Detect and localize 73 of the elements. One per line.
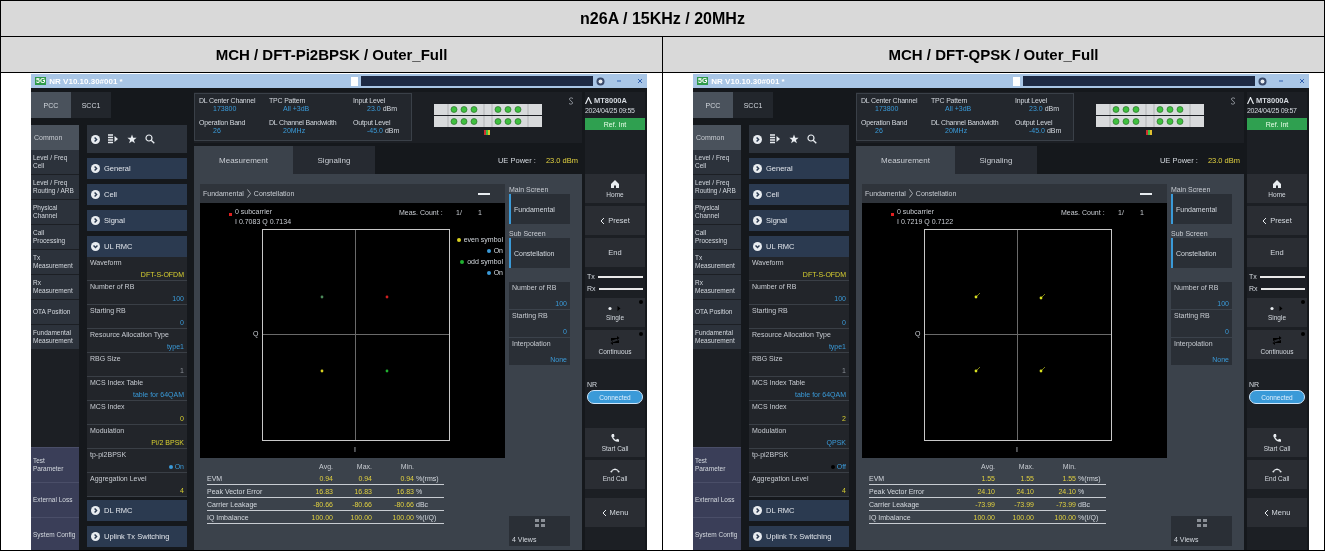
logo-icon — [585, 97, 592, 104]
chevron-right-icon — [753, 134, 762, 144]
chevron-right-icon — [753, 506, 762, 515]
chevron-right-icon — [908, 189, 913, 198]
chevron-right-icon — [753, 216, 762, 225]
repeat-icon — [609, 334, 621, 346]
indicator-icon — [639, 300, 643, 304]
indicator-icon — [1301, 332, 1305, 336]
chevron-right-icon — [753, 164, 762, 173]
chevron-right-icon — [91, 134, 100, 144]
view-tab[interactable]: Measurement — [856, 146, 955, 174]
circle-icon[interactable] — [1258, 76, 1267, 86]
home-icon — [610, 179, 620, 189]
star-icon[interactable] — [789, 134, 799, 144]
square-icon — [1013, 76, 1020, 86]
constellation-point — [1039, 293, 1046, 300]
chevron-right-icon — [91, 532, 100, 541]
chevron-down-icon — [753, 242, 762, 251]
constellation-point — [385, 369, 389, 373]
chevron-right-icon — [91, 216, 100, 225]
link-indicator — [1259, 275, 1305, 278]
chevron-left-icon — [601, 508, 607, 517]
constellation-point — [974, 366, 981, 373]
constellation-point — [974, 292, 981, 299]
chevron-right-icon — [91, 190, 100, 199]
chevron-right-icon — [91, 164, 100, 173]
chevron-down-icon — [91, 242, 100, 251]
phone-icon — [1272, 433, 1282, 443]
indicator-icon — [639, 332, 643, 336]
constellation-point — [320, 369, 324, 373]
hang-up-icon — [1271, 467, 1283, 473]
table-title: n26A / 15KHz / 20MHz — [1, 1, 1324, 37]
marker-icon — [229, 213, 232, 216]
hang-up-icon — [609, 467, 621, 473]
indicator-icon — [1301, 300, 1305, 304]
star-icon[interactable] — [127, 134, 137, 144]
circle-icon[interactable] — [596, 76, 605, 86]
constellation-point — [1039, 366, 1046, 373]
chevron-left-icon — [1263, 508, 1269, 517]
grid-icon — [1196, 519, 1207, 527]
view-tab[interactable]: Measurement — [194, 146, 293, 174]
constellation-point — [320, 295, 324, 299]
phone-icon — [610, 433, 620, 443]
chevron-right-icon — [753, 532, 762, 541]
link-indicator — [598, 287, 643, 290]
window-title: NR V10.10.30#001 * — [49, 76, 123, 86]
arrow-right-icon — [608, 304, 622, 312]
grid-icon — [534, 519, 545, 527]
search-icon[interactable] — [145, 134, 155, 144]
window-title: NR V10.10.30#001 * — [711, 76, 785, 86]
chevron-left-icon — [1262, 216, 1268, 225]
view-tab[interactable]: Signaling — [955, 146, 1037, 174]
close-icon[interactable] — [637, 78, 643, 84]
link-indicator — [597, 275, 643, 278]
marker-icon — [891, 213, 894, 216]
chevron-left-icon — [600, 216, 606, 225]
logo-icon — [1247, 97, 1254, 104]
chevron-right-icon — [246, 189, 251, 198]
list-arrow-icon[interactable] — [770, 134, 781, 144]
repeat-icon — [1271, 334, 1283, 346]
square-icon — [351, 76, 358, 86]
column-heading: MCH / DFT-QPSK / Outer_Full — [662, 37, 1324, 72]
view-tab[interactable]: Signaling — [293, 146, 375, 174]
list-arrow-icon[interactable] — [108, 134, 119, 144]
chevron-right-icon — [753, 190, 762, 199]
chevron-right-icon — [91, 506, 100, 515]
constellation-point — [385, 295, 389, 299]
arrow-right-icon — [1270, 304, 1284, 312]
column-heading: MCH / DFT-Pi2BPSK / Outer_Full — [1, 37, 662, 72]
close-icon[interactable] — [1299, 78, 1305, 84]
search-icon[interactable] — [807, 134, 817, 144]
link-indicator — [1260, 287, 1305, 290]
home-icon — [1272, 179, 1282, 189]
